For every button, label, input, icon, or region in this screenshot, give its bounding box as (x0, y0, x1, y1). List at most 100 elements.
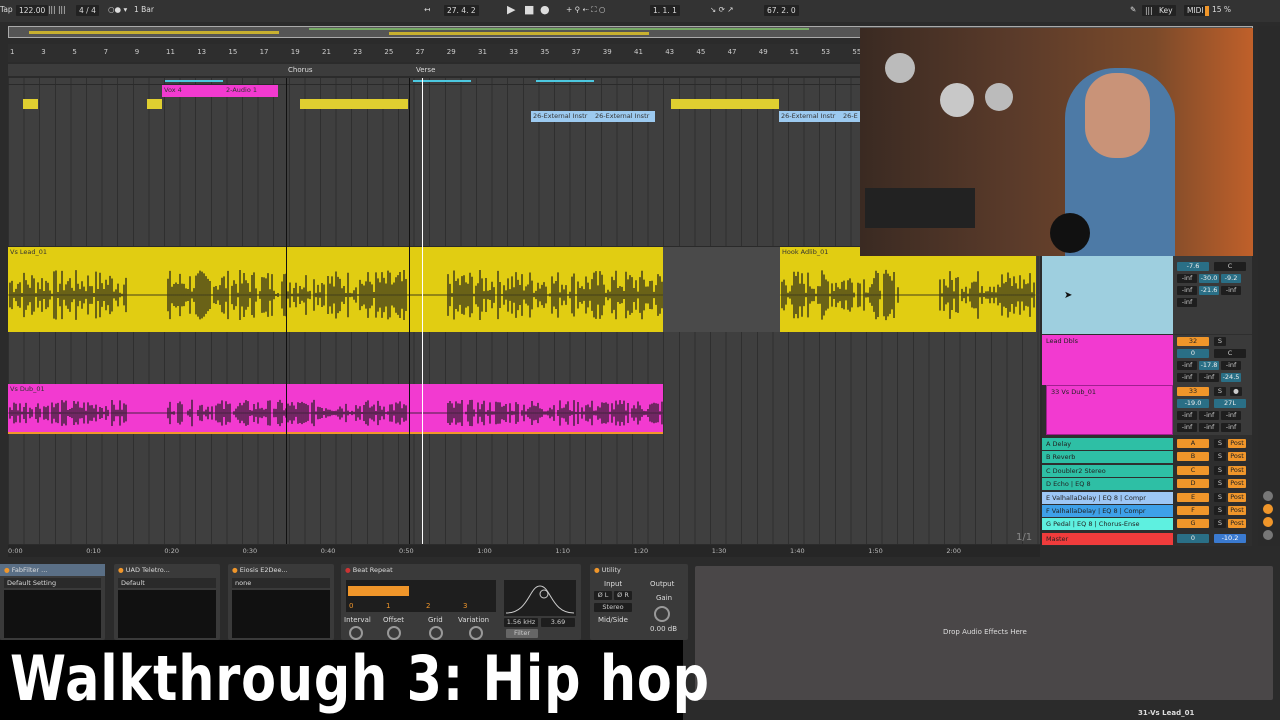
solo-button[interactable]: S (1214, 387, 1226, 396)
track-lead-dbls[interactable]: Lead Dbls (1042, 335, 1173, 385)
track-activator[interactable]: C (1177, 465, 1209, 475)
stop-button[interactable]: ■ (524, 3, 534, 16)
send-field[interactable]: -30.0 (1199, 274, 1219, 283)
track-activator[interactable]: 32 (1177, 337, 1209, 346)
pre-post-toggle[interactable]: Post (1228, 479, 1246, 489)
preset-select[interactable]: none (232, 578, 330, 588)
keyboard-icon[interactable]: ||| (1142, 5, 1156, 16)
overdub-icon[interactable]: + ⚲ ⇠ ⛶ ○ (566, 5, 605, 15)
track-activator[interactable]: D (1177, 479, 1209, 489)
pre-post-toggle[interactable]: Post (1228, 519, 1246, 529)
solo-button[interactable]: S (1214, 452, 1226, 462)
gain-knob[interactable] (654, 606, 670, 622)
draw-mode-icon[interactable]: ✎ (1130, 5, 1136, 14)
metronome-icon[interactable]: ○● ▾ (108, 5, 127, 14)
track-activator[interactable]: A (1177, 439, 1209, 448)
send-field[interactable]: -inf (1177, 423, 1197, 432)
track-activator[interactable]: E (1177, 492, 1209, 502)
nudge-icon[interactable]: ||| ||| (48, 5, 66, 14)
power-icon[interactable]: ● (345, 566, 353, 574)
time-signature[interactable]: 4 / 4 (76, 5, 99, 16)
clip-vs-dub[interactable]: Vs Dub_01 (8, 384, 663, 434)
return-track[interactable]: D Echo | EQ 8 (1042, 478, 1173, 491)
return-track[interactable]: E ValhallaDelay | EQ 8 | Compr (1042, 491, 1173, 504)
position-field[interactable]: 27. 4. 2 (444, 5, 479, 16)
track-activator[interactable]: G (1177, 519, 1209, 529)
send-field[interactable]: -24.5 (1221, 373, 1241, 382)
send-field[interactable]: -inf (1221, 423, 1241, 432)
key-map-button[interactable]: Key (1156, 5, 1176, 16)
quantize-select[interactable]: 1 Bar (134, 5, 154, 14)
return-track[interactable]: C Doubler2 Stereo (1042, 464, 1173, 477)
clip-audio1[interactable]: 2-Audio 1 (224, 85, 278, 97)
pan-field[interactable]: C (1214, 349, 1246, 358)
filter-freq[interactable]: 1.56 kHz (504, 618, 538, 627)
mixer-toggle[interactable] (1263, 517, 1273, 527)
pre-post-toggle[interactable]: Post (1228, 492, 1246, 502)
return-track[interactable]: A Delay (1042, 438, 1173, 450)
clip-external-2[interactable]: 26-External Instr (593, 111, 655, 122)
midi-clip[interactable] (300, 99, 408, 109)
master-level[interactable]: -10.2 (1214, 534, 1246, 543)
send-field[interactable]: -inf (1177, 286, 1197, 295)
play-button[interactable]: ▶ (507, 3, 515, 16)
interval-knob[interactable] (349, 626, 363, 640)
solo-button[interactable]: S (1214, 506, 1226, 515)
phase-left-button[interactable]: Ø L (594, 591, 612, 600)
filter-width[interactable]: 3.69 (541, 618, 575, 627)
track-vs-dub[interactable]: 33 Vs Dub_01 (1046, 385, 1173, 435)
master-volume[interactable]: 0 (1177, 534, 1209, 543)
send-field[interactable]: -inf (1177, 411, 1197, 420)
offset-knob[interactable] (387, 626, 401, 640)
solo-button[interactable]: S (1214, 439, 1226, 448)
solo-button[interactable]: S (1214, 465, 1226, 475)
send-field[interactable]: -inf (1221, 286, 1241, 295)
loop-icon[interactable]: ↘ ⟳ ↗ (710, 5, 734, 14)
time-ruler[interactable]: 0:00 0:10 0:20 0:30 0:40 0:50 1:00 1:10 1:20 1:30… (8, 545, 1040, 557)
clip-external-1[interactable]: 26-External Instr (531, 111, 593, 122)
io-toggle[interactable] (1263, 491, 1273, 501)
return-track[interactable]: F ValhallaDelay | EQ 8 | Compr (1042, 505, 1173, 517)
clip-vox4[interactable]: Vox 4 (162, 85, 224, 97)
clip-external-3[interactable]: 26-External Instr (779, 111, 841, 122)
solo-button[interactable]: S (1214, 337, 1226, 346)
loop-start-field[interactable]: 1. 1. 1 (650, 5, 680, 16)
follow-icon[interactable]: ↤ (424, 5, 430, 14)
pre-post-toggle[interactable]: Post (1228, 439, 1246, 448)
pan-field[interactable]: 27L (1214, 399, 1246, 408)
grid-knob[interactable] (429, 626, 443, 640)
power-icon[interactable]: ● (594, 566, 602, 574)
variation-knob[interactable] (469, 626, 483, 640)
pre-post-toggle[interactable]: Post (1228, 452, 1246, 462)
midi-map-button[interactable]: MIDI (1184, 5, 1207, 16)
filter-graph[interactable] (504, 580, 576, 616)
solo-button[interactable]: S (1214, 492, 1226, 502)
clip-hook-adlib[interactable]: Hook Adlib_01 (780, 247, 1036, 332)
delay-toggle[interactable] (1263, 530, 1273, 540)
track-activator[interactable]: F (1177, 506, 1209, 515)
returns-toggle[interactable] (1263, 504, 1273, 514)
send-field[interactable]: -inf (1199, 423, 1219, 432)
return-track[interactable]: B Reverb (1042, 451, 1173, 464)
send-field[interactable]: -inf (1221, 361, 1241, 370)
track-activator[interactable]: 33 (1177, 387, 1209, 396)
phase-right-button[interactable]: Ø R (614, 591, 632, 600)
filter-toggle[interactable]: Filter (506, 629, 538, 638)
arm-button[interactable]: ● (1230, 387, 1242, 396)
pre-post-toggle[interactable]: Post (1228, 465, 1246, 475)
send-field[interactable]: -inf (1177, 373, 1197, 382)
clip-vs-lead[interactable]: Vs Lead_01 (8, 247, 663, 332)
send-field[interactable]: -21.6 (1199, 286, 1219, 295)
volume-field[interactable]: 0 (1177, 349, 1209, 358)
send-field[interactable]: -17.8 (1199, 361, 1219, 370)
midi-clip[interactable] (147, 99, 162, 109)
volume-field[interactable]: -19.0 (1177, 399, 1209, 408)
power-icon[interactable]: ● (4, 566, 12, 574)
preset-select[interactable]: Default Setting (4, 578, 101, 588)
pre-post-toggle[interactable]: Post (1228, 506, 1246, 515)
power-icon[interactable]: ● (232, 566, 240, 574)
solo-button[interactable]: S (1214, 519, 1226, 529)
playhead[interactable] (422, 78, 423, 544)
track-activator[interactable]: B (1177, 452, 1209, 462)
send-field[interactable]: -inf (1199, 373, 1219, 382)
